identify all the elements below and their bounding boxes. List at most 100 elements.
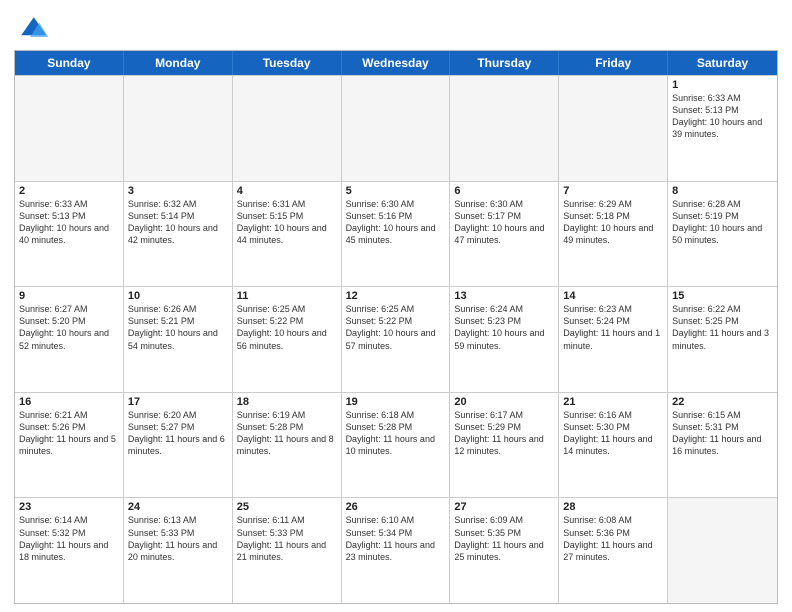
day-info: Sunrise: 6:27 AM Sunset: 5:20 PM Dayligh… (19, 303, 119, 352)
cal-week-2: 9Sunrise: 6:27 AM Sunset: 5:20 PM Daylig… (15, 286, 777, 392)
cal-cell (15, 76, 124, 181)
cal-cell: 6Sunrise: 6:30 AM Sunset: 5:17 PM Daylig… (450, 182, 559, 287)
day-info: Sunrise: 6:17 AM Sunset: 5:29 PM Dayligh… (454, 409, 554, 458)
day-info: Sunrise: 6:33 AM Sunset: 5:13 PM Dayligh… (672, 92, 773, 141)
cal-cell: 25Sunrise: 6:11 AM Sunset: 5:33 PM Dayli… (233, 498, 342, 603)
cal-cell: 17Sunrise: 6:20 AM Sunset: 5:27 PM Dayli… (124, 393, 233, 498)
cal-cell: 8Sunrise: 6:28 AM Sunset: 5:19 PM Daylig… (668, 182, 777, 287)
cal-header-friday: Friday (559, 51, 668, 75)
day-number: 11 (237, 290, 337, 302)
cal-cell: 2Sunrise: 6:33 AM Sunset: 5:13 PM Daylig… (15, 182, 124, 287)
cal-week-0: 1Sunrise: 6:33 AM Sunset: 5:13 PM Daylig… (15, 75, 777, 181)
day-info: Sunrise: 6:10 AM Sunset: 5:34 PM Dayligh… (346, 514, 446, 563)
cal-cell: 19Sunrise: 6:18 AM Sunset: 5:28 PM Dayli… (342, 393, 451, 498)
day-info: Sunrise: 6:28 AM Sunset: 5:19 PM Dayligh… (672, 198, 773, 247)
cal-cell (450, 76, 559, 181)
cal-cell: 24Sunrise: 6:13 AM Sunset: 5:33 PM Dayli… (124, 498, 233, 603)
cal-cell (559, 76, 668, 181)
day-info: Sunrise: 6:31 AM Sunset: 5:15 PM Dayligh… (237, 198, 337, 247)
cal-header-wednesday: Wednesday (342, 51, 451, 75)
day-info: Sunrise: 6:13 AM Sunset: 5:33 PM Dayligh… (128, 514, 228, 563)
cal-cell: 13Sunrise: 6:24 AM Sunset: 5:23 PM Dayli… (450, 287, 559, 392)
cal-cell: 26Sunrise: 6:10 AM Sunset: 5:34 PM Dayli… (342, 498, 451, 603)
day-number: 2 (19, 185, 119, 197)
header (14, 10, 778, 46)
day-number: 18 (237, 396, 337, 408)
day-info: Sunrise: 6:19 AM Sunset: 5:28 PM Dayligh… (237, 409, 337, 458)
day-info: Sunrise: 6:25 AM Sunset: 5:22 PM Dayligh… (237, 303, 337, 352)
cal-cell: 22Sunrise: 6:15 AM Sunset: 5:31 PM Dayli… (668, 393, 777, 498)
day-info: Sunrise: 6:08 AM Sunset: 5:36 PM Dayligh… (563, 514, 663, 563)
cal-cell: 11Sunrise: 6:25 AM Sunset: 5:22 PM Dayli… (233, 287, 342, 392)
cal-cell: 20Sunrise: 6:17 AM Sunset: 5:29 PM Dayli… (450, 393, 559, 498)
cal-week-1: 2Sunrise: 6:33 AM Sunset: 5:13 PM Daylig… (15, 181, 777, 287)
day-number: 8 (672, 185, 773, 197)
cal-cell: 5Sunrise: 6:30 AM Sunset: 5:16 PM Daylig… (342, 182, 451, 287)
cal-cell: 10Sunrise: 6:26 AM Sunset: 5:21 PM Dayli… (124, 287, 233, 392)
day-number: 6 (454, 185, 554, 197)
day-info: Sunrise: 6:18 AM Sunset: 5:28 PM Dayligh… (346, 409, 446, 458)
day-number: 28 (563, 501, 663, 513)
day-info: Sunrise: 6:29 AM Sunset: 5:18 PM Dayligh… (563, 198, 663, 247)
day-info: Sunrise: 6:23 AM Sunset: 5:24 PM Dayligh… (563, 303, 663, 352)
day-info: Sunrise: 6:11 AM Sunset: 5:33 PM Dayligh… (237, 514, 337, 563)
day-info: Sunrise: 6:26 AM Sunset: 5:21 PM Dayligh… (128, 303, 228, 352)
day-info: Sunrise: 6:24 AM Sunset: 5:23 PM Dayligh… (454, 303, 554, 352)
cal-cell: 28Sunrise: 6:08 AM Sunset: 5:36 PM Dayli… (559, 498, 668, 603)
day-number: 3 (128, 185, 228, 197)
day-number: 21 (563, 396, 663, 408)
day-info: Sunrise: 6:25 AM Sunset: 5:22 PM Dayligh… (346, 303, 446, 352)
cal-header-tuesday: Tuesday (233, 51, 342, 75)
cal-cell (124, 76, 233, 181)
cal-cell: 14Sunrise: 6:23 AM Sunset: 5:24 PM Dayli… (559, 287, 668, 392)
cal-cell (342, 76, 451, 181)
day-info: Sunrise: 6:30 AM Sunset: 5:16 PM Dayligh… (346, 198, 446, 247)
day-number: 26 (346, 501, 446, 513)
cal-header-sunday: Sunday (15, 51, 124, 75)
logo (14, 10, 54, 46)
day-number: 9 (19, 290, 119, 302)
cal-cell: 18Sunrise: 6:19 AM Sunset: 5:28 PM Dayli… (233, 393, 342, 498)
cal-cell: 21Sunrise: 6:16 AM Sunset: 5:30 PM Dayli… (559, 393, 668, 498)
day-number: 10 (128, 290, 228, 302)
day-info: Sunrise: 6:14 AM Sunset: 5:32 PM Dayligh… (19, 514, 119, 563)
day-number: 20 (454, 396, 554, 408)
day-info: Sunrise: 6:21 AM Sunset: 5:26 PM Dayligh… (19, 409, 119, 458)
cal-cell: 4Sunrise: 6:31 AM Sunset: 5:15 PM Daylig… (233, 182, 342, 287)
cal-cell: 15Sunrise: 6:22 AM Sunset: 5:25 PM Dayli… (668, 287, 777, 392)
day-number: 23 (19, 501, 119, 513)
day-number: 24 (128, 501, 228, 513)
day-number: 1 (672, 79, 773, 91)
cal-cell: 7Sunrise: 6:29 AM Sunset: 5:18 PM Daylig… (559, 182, 668, 287)
day-number: 13 (454, 290, 554, 302)
day-info: Sunrise: 6:22 AM Sunset: 5:25 PM Dayligh… (672, 303, 773, 352)
day-info: Sunrise: 6:30 AM Sunset: 5:17 PM Dayligh… (454, 198, 554, 247)
day-number: 5 (346, 185, 446, 197)
calendar-body: 1Sunrise: 6:33 AM Sunset: 5:13 PM Daylig… (15, 75, 777, 603)
day-info: Sunrise: 6:16 AM Sunset: 5:30 PM Dayligh… (563, 409, 663, 458)
calendar-header-row: SundayMondayTuesdayWednesdayThursdayFrid… (15, 51, 777, 75)
logo-icon (14, 10, 50, 46)
day-number: 15 (672, 290, 773, 302)
cal-cell: 3Sunrise: 6:32 AM Sunset: 5:14 PM Daylig… (124, 182, 233, 287)
day-number: 27 (454, 501, 554, 513)
page: SundayMondayTuesdayWednesdayThursdayFrid… (0, 0, 792, 612)
calendar: SundayMondayTuesdayWednesdayThursdayFrid… (14, 50, 778, 604)
day-number: 25 (237, 501, 337, 513)
cal-cell (668, 498, 777, 603)
day-number: 4 (237, 185, 337, 197)
cal-header-monday: Monday (124, 51, 233, 75)
day-info: Sunrise: 6:32 AM Sunset: 5:14 PM Dayligh… (128, 198, 228, 247)
cal-cell: 27Sunrise: 6:09 AM Sunset: 5:35 PM Dayli… (450, 498, 559, 603)
day-info: Sunrise: 6:33 AM Sunset: 5:13 PM Dayligh… (19, 198, 119, 247)
cal-cell (233, 76, 342, 181)
day-info: Sunrise: 6:09 AM Sunset: 5:35 PM Dayligh… (454, 514, 554, 563)
cal-week-4: 23Sunrise: 6:14 AM Sunset: 5:32 PM Dayli… (15, 497, 777, 603)
day-number: 7 (563, 185, 663, 197)
cal-cell: 12Sunrise: 6:25 AM Sunset: 5:22 PM Dayli… (342, 287, 451, 392)
cal-cell: 23Sunrise: 6:14 AM Sunset: 5:32 PM Dayli… (15, 498, 124, 603)
day-number: 16 (19, 396, 119, 408)
day-info: Sunrise: 6:20 AM Sunset: 5:27 PM Dayligh… (128, 409, 228, 458)
day-number: 14 (563, 290, 663, 302)
day-number: 17 (128, 396, 228, 408)
